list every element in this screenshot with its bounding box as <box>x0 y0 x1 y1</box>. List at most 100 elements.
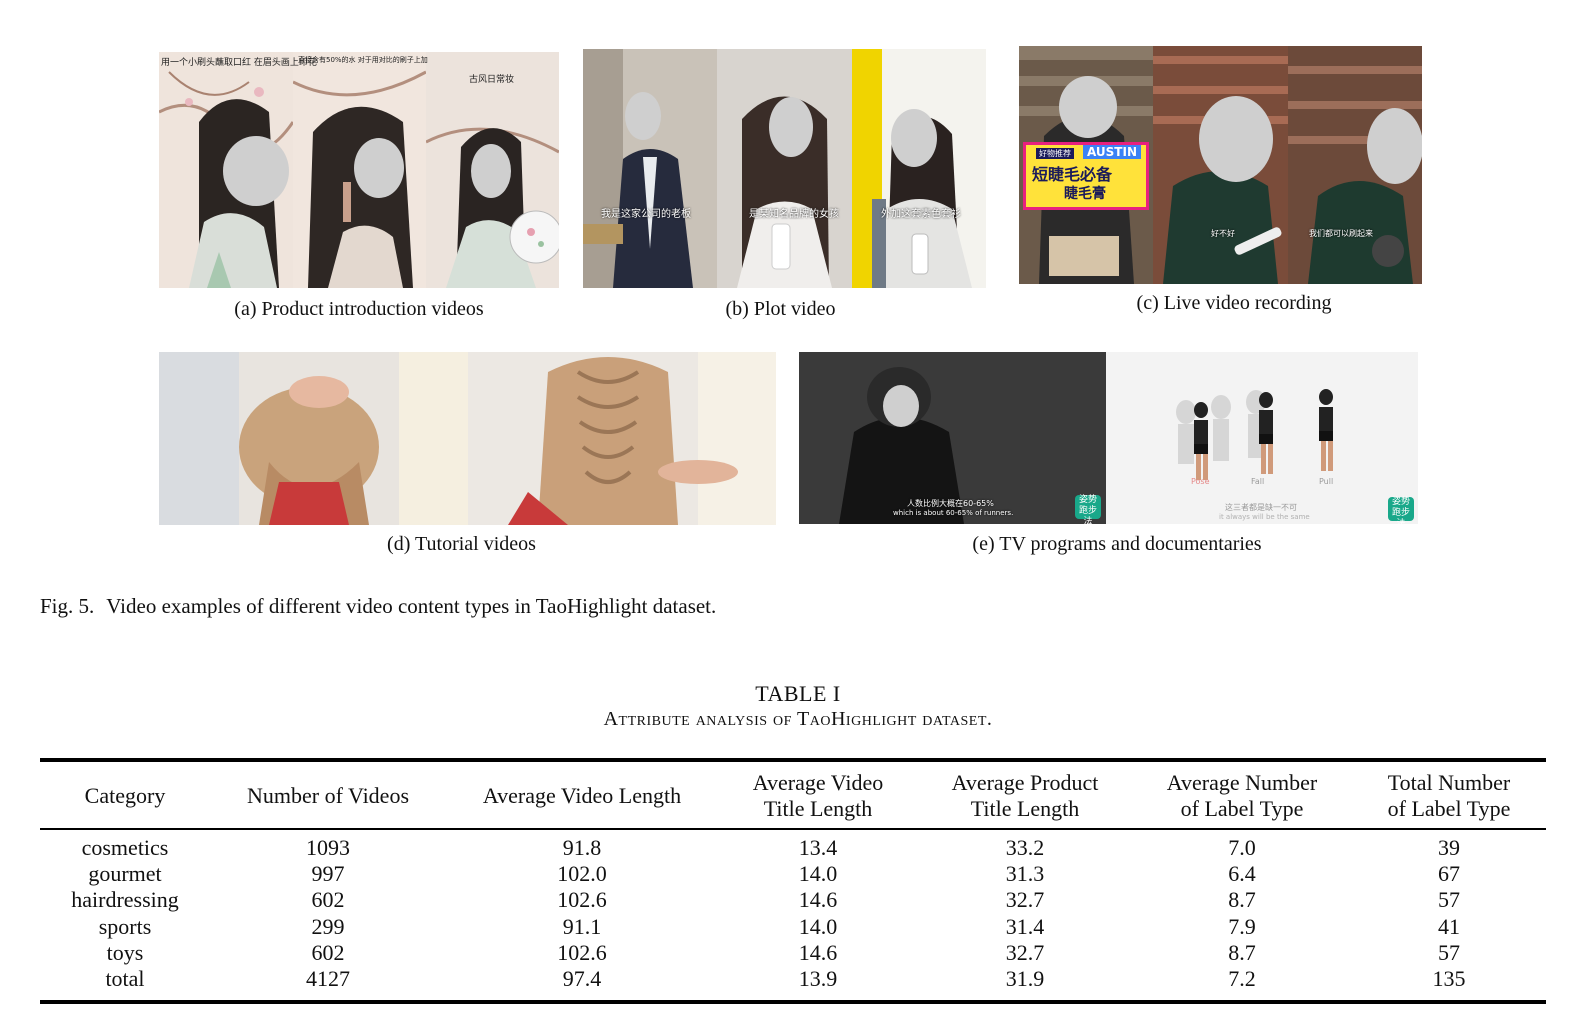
table-cell: 57 <box>1438 939 1460 965</box>
table-row: sports 299 91.1 14.0 31.4 7.9 41 <box>40 914 1546 940</box>
table-cell: 32.7 <box>1005 887 1045 913</box>
caption-d: (d) Tutorial videos <box>387 533 536 555</box>
table-cell: total <box>105 966 145 992</box>
overlay-text-b3: 外加这套素色套衫 <box>881 209 961 220</box>
overlay-text-e2-line1: 这三者都是缺一不可 <box>1225 503 1297 512</box>
pull-label: Pull <box>1319 477 1334 486</box>
table-number: TABLE I <box>755 681 841 706</box>
table-row: toys 602 102.6 14.6 32.7 8.7 57 <box>40 940 1546 966</box>
frame-b1 <box>583 49 717 288</box>
brand-banner: AUSTIN <box>1083 145 1141 159</box>
table-cell: 8.7 <box>1228 887 1256 913</box>
frame-d2 <box>468 352 776 525</box>
panel-c-image: 好物推荐 短睫毛必备 睫毛膏 AUSTIN 好不好 我们都可以刷起来 <box>1019 46 1422 284</box>
table-cell: 6.4 <box>1228 861 1256 887</box>
table-cell: 997 <box>311 861 345 887</box>
caption-c: (c) Live video recording <box>1136 292 1332 314</box>
figure-label: Fig. 5. <box>40 594 95 618</box>
overlay-text-a3: 古风日常妆 <box>469 75 515 85</box>
table-cell: 299 <box>311 913 345 939</box>
header-average-video-length: Average Video Length <box>482 783 682 808</box>
fall-label: Fall <box>1251 477 1265 486</box>
table-cell: 602 <box>311 939 345 965</box>
sign-line-2: 睫毛膏 <box>1064 186 1106 202</box>
table-cell: 32.7 <box>1005 939 1045 965</box>
frame-d1 <box>159 352 468 525</box>
frame-b3 <box>852 49 986 288</box>
table-cell: 39 <box>1438 835 1460 861</box>
table-cell: 14.6 <box>798 939 838 965</box>
table-cell: toys <box>106 939 144 965</box>
table-cell: hairdressing <box>71 887 179 913</box>
overlay-text-e1-line1: 人数比例大概在60-65% <box>907 499 994 508</box>
table-row: gourmet 997 102.0 14.0 31.3 6.4 67 <box>40 861 1546 887</box>
table-cell: 7.0 <box>1228 835 1256 861</box>
table-cell: 4127 <box>306 966 350 992</box>
overlay-text-b2: 是某知名品牌的女孩 <box>749 209 839 220</box>
attribute-table: Category Number of Videos Average Video … <box>40 765 1546 992</box>
table-cell: 14.6 <box>798 887 838 913</box>
header-average-number-of-label-type: Average Number of Label Type <box>1166 770 1318 821</box>
table-cell: 13.9 <box>798 966 838 992</box>
panel-b-image: 我是这家公司的老板 是某知名品牌的女孩 外加这套素色套衫 <box>583 49 986 288</box>
header-average-video-title-length: Average Video Title Length <box>752 770 884 821</box>
caption-a: (a) Product introduction videos <box>234 298 484 320</box>
table-cell: 14.0 <box>798 913 838 939</box>
overlay-text-e1-line2: which is about 60-65% of runners. <box>893 509 1014 517</box>
overlay-text-e2-line2: it always will be the same <box>1219 513 1310 521</box>
table-cell: 91.1 <box>562 913 602 939</box>
overlay-text-b1: 我是这家公司的老板 <box>601 209 691 220</box>
overlay-text-c3: 我们都可以刷起来 <box>1309 229 1373 238</box>
table-cell: 31.4 <box>1005 913 1045 939</box>
table-cell: 102.6 <box>557 887 607 913</box>
panel-d-image <box>159 352 776 525</box>
table-cell: 7.9 <box>1228 913 1256 939</box>
table-cell: 91.8 <box>562 835 602 861</box>
sign-line-1: 短睫毛必备 <box>1032 165 1113 184</box>
table-cell: 41 <box>1438 913 1460 939</box>
table-top-rule <box>40 758 1546 762</box>
overlay-text-c2: 好不好 <box>1211 229 1235 238</box>
table-cell: 33.2 <box>1005 835 1045 861</box>
table-cell: 31.3 <box>1005 861 1045 887</box>
table-cell: 14.0 <box>798 861 838 887</box>
figure-caption: Fig. 5. Video examples of different video… <box>40 594 716 619</box>
sign-tag: 好物推荐 <box>1036 148 1074 159</box>
panel-a-image: 用一个小刷头蘸取口红 在眉头画上印花 直接含有50%的水 对于用对比的刷子上加 … <box>159 52 559 288</box>
table-cell: 602 <box>311 887 345 913</box>
table-cell: 13.4 <box>798 835 838 861</box>
table-cell: 102.0 <box>557 861 607 887</box>
header-total-number-of-label-type: Total Number of Label Type <box>1387 770 1511 821</box>
table-title: Attribute analysis of TaoHighlight datas… <box>603 708 993 730</box>
panel-e-image: 人数比例大概在60-65% which is about 60-65% of r… <box>799 352 1418 524</box>
table-cell: cosmetics <box>81 835 169 861</box>
table-cell: 8.7 <box>1228 939 1256 965</box>
overlay-text-a2: 直接含有50%的水 对于用对比的刷子上加 <box>298 56 428 64</box>
header-category: Category <box>84 783 166 808</box>
table-bottom-rule <box>40 1000 1546 1004</box>
table-cell: 57 <box>1438 887 1460 913</box>
table-cell: 97.4 <box>562 966 602 992</box>
table-row: hairdressing 602 102.6 14.6 32.7 8.7 57 <box>40 887 1546 913</box>
table-cell: 135 <box>1432 966 1466 992</box>
table-cell: 102.6 <box>557 939 607 965</box>
channel-badge-2: 姿势跑步法 <box>1388 497 1414 524</box>
table-header-row: Category Number of Videos Average Video … <box>40 765 1546 827</box>
table-cell: 31.9 <box>1005 966 1045 992</box>
table-row: cosmetics 1093 91.8 13.4 33.2 7.0 39 <box>40 835 1546 861</box>
caption-b: (b) Plot video <box>725 298 836 320</box>
table-cell: 67 <box>1438 861 1460 887</box>
overlay-text-a1: 用一个小刷头蘸取口红 在眉头画上印花 <box>161 58 317 68</box>
channel-badge-1: 姿势跑步法 <box>1075 495 1101 524</box>
table-cell: gourmet <box>88 861 162 887</box>
table-cell: sports <box>98 913 152 939</box>
frame-e2 <box>1106 352 1418 524</box>
header-number-of-videos: Number of Videos <box>246 783 410 808</box>
caption-e: (e) TV programs and documentaries <box>972 533 1262 555</box>
header-average-product-title-length: Average Product Title Length <box>951 770 1099 821</box>
figure-caption-text: Video examples of different video conten… <box>106 594 717 618</box>
table-cell: 1093 <box>306 835 350 861</box>
pose-label: Pose <box>1191 477 1210 486</box>
table-cell: 7.2 <box>1228 966 1256 992</box>
frame-b2 <box>717 49 852 288</box>
